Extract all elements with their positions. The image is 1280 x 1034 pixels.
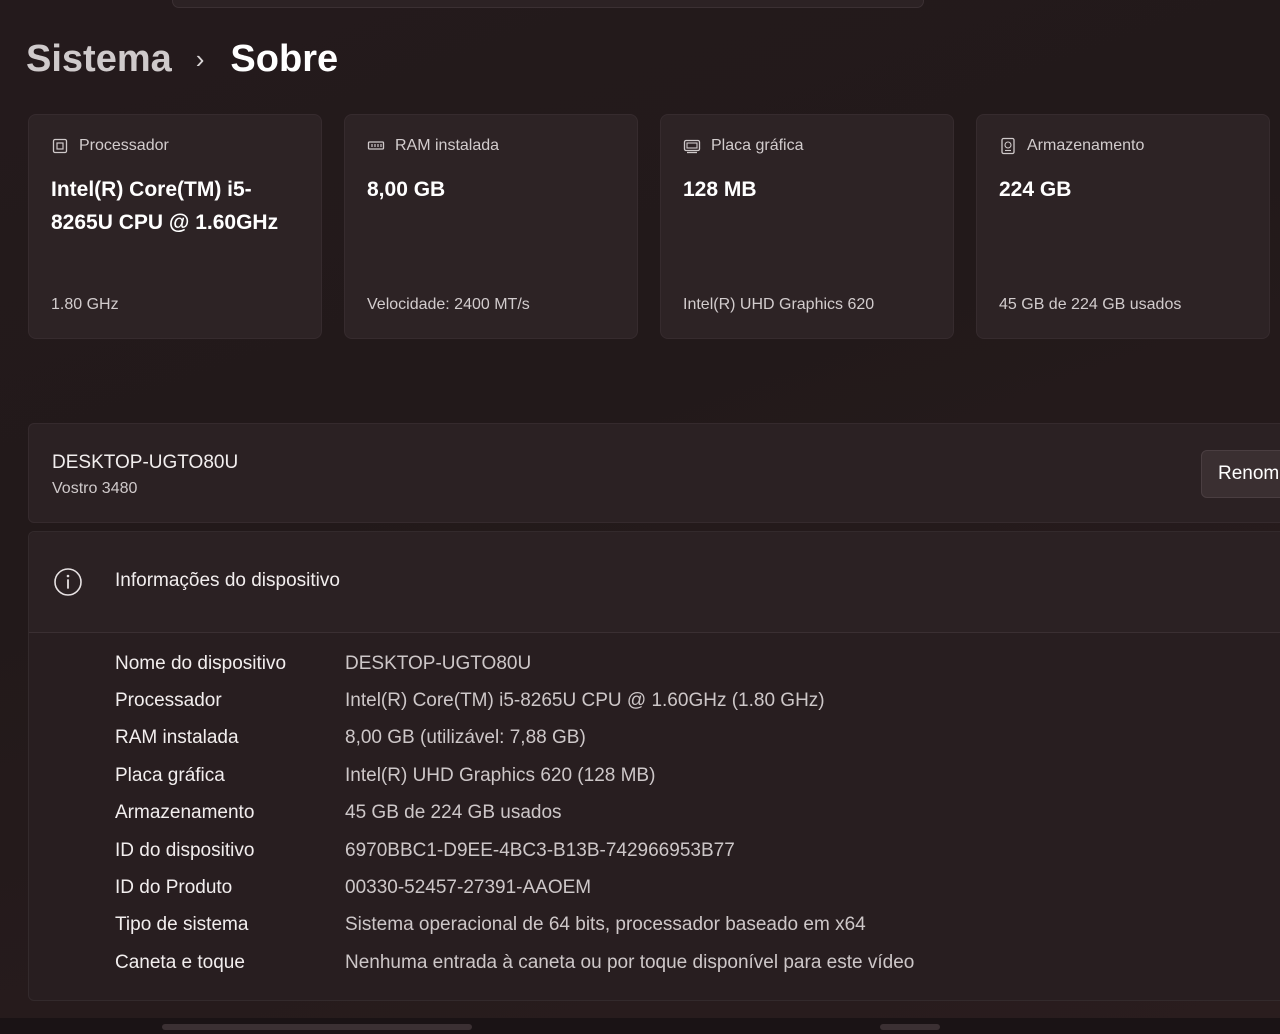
ram-icon — [367, 141, 385, 150]
spec-key: Processador — [115, 690, 222, 712]
card-detail: Velocidade: 2400 MT/s — [367, 296, 530, 313]
spec-key: RAM instalada — [115, 727, 239, 749]
spec-value: 6970BBC1-D9EE-4BC3-B13B-742966953B77 — [345, 839, 735, 861]
spec-value: Sistema operacional de 64 bits, processa… — [345, 914, 866, 936]
card-value: Intel(R) Core(TM) i5-8265U CPU @ 1.60GHz — [51, 178, 279, 234]
taskbar-item — [880, 1024, 940, 1030]
card-label: RAM instalada — [395, 137, 500, 154]
device-info-title: Informações do dispositivo — [115, 570, 340, 591]
spec-value: 00330-52457-27391-AAOEM — [345, 877, 592, 899]
card-detail: 45 GB de 224 GB usados — [999, 296, 1182, 313]
chevron-right-icon: › — [195, 43, 205, 74]
rename-pc-button[interactable]: Renomear este PC — [1201, 450, 1280, 498]
device-model: Vostro 3480 — [52, 480, 138, 497]
card-value: 224 GB — [999, 178, 1072, 201]
device-info-panel: Informações do dispositivo Nome do dispo… — [28, 531, 1280, 1001]
card-label: Armazenamento — [1027, 137, 1145, 154]
spec-value: Intel(R) UHD Graphics 620 (128 MB) — [345, 764, 656, 786]
search-box[interactable] — [172, 0, 924, 8]
spec-value: Intel(R) Core(TM) i5-8265U CPU @ 1.60GHz… — [345, 690, 825, 712]
spec-row: Processador Intel(R) Core(TM) i5-8265U C… — [115, 682, 914, 719]
breadcrumb: Sistema › Sobre — [26, 34, 338, 84]
settings-about-page: Sistema › Sobre Processador Intel(R) Cor… — [0, 0, 1280, 1034]
info-icon — [54, 568, 82, 596]
card-ram: RAM instalada 8,00 GB Velocidade: 2400 M… — [344, 114, 638, 339]
card-storage: Armazenamento 224 GB 45 GB de 224 GB usa… — [976, 114, 1270, 339]
card-label: Placa gráfica — [711, 137, 804, 154]
spec-key: Placa gráfica — [115, 764, 225, 786]
page-title: Sobre — [230, 37, 339, 80]
spec-row: Caneta e toque Nenhuma entrada à caneta … — [115, 944, 914, 981]
spec-key: Nome do dispositivo — [115, 652, 287, 674]
spec-value: Nenhuma entrada à caneta ou por toque di… — [345, 951, 915, 973]
spec-row: ID do Produto 00330-52457-27391-AAOEM — [115, 869, 914, 906]
processor-icon — [52, 138, 68, 154]
spec-cards: Processador Intel(R) Core(TM) i5-8265U C… — [28, 114, 1270, 339]
breadcrumb-parent[interactable]: Sistema — [26, 38, 172, 81]
spec-key: ID do Produto — [115, 877, 233, 899]
storage-icon — [1001, 137, 1015, 155]
graphics-card-icon — [683, 139, 701, 154]
card-graphics: Placa gráfica 128 MB Intel(R) UHD Graphi… — [660, 114, 954, 339]
card-value: 8,00 GB — [367, 178, 446, 201]
spec-key: Caneta e toque — [115, 951, 245, 973]
spec-row: Armazenamento 45 GB de 224 GB usados — [115, 795, 914, 832]
spec-key: ID do dispositivo — [115, 839, 255, 861]
spec-value: 45 GB de 224 GB usados — [345, 802, 562, 824]
card-detail: 1.80 GHz — [51, 296, 119, 313]
spec-row: RAM instalada 8,00 GB (utilizável: 7,88 … — [115, 720, 914, 757]
taskbar-edge — [0, 1018, 1280, 1034]
spec-row: Tipo de sistema Sistema operacional de 6… — [115, 907, 914, 944]
card-detail: Intel(R) UHD Graphics 620 — [683, 296, 875, 313]
spec-row: Placa gráfica Intel(R) UHD Graphics 620 … — [115, 757, 914, 794]
card-label: Processador — [79, 137, 169, 154]
taskbar-item — [162, 1024, 472, 1030]
spec-value: DESKTOP-UGTO80U — [345, 652, 532, 674]
device-info-header[interactable]: Informações do dispositivo — [29, 532, 1280, 633]
spec-key: Tipo de sistema — [115, 914, 249, 936]
spec-row: ID do dispositivo 6970BBC1-D9EE-4BC3-B13… — [115, 832, 914, 869]
spec-key: Armazenamento — [115, 802, 255, 824]
card-value: 128 MB — [683, 178, 757, 201]
device-name: DESKTOP-UGTO80U — [52, 452, 239, 473]
spec-row: Nome do dispositivo DESKTOP-UGTO80U — [115, 645, 914, 682]
spec-list: Nome do dispositivo DESKTOP-UGTO80U Proc… — [115, 645, 914, 982]
device-name-bar: DESKTOP-UGTO80U Vostro 3480 Renomear est… — [28, 423, 1280, 523]
card-processor: Processador Intel(R) Core(TM) i5-8265U C… — [28, 114, 322, 339]
spec-value: 8,00 GB (utilizável: 7,88 GB) — [345, 727, 586, 749]
